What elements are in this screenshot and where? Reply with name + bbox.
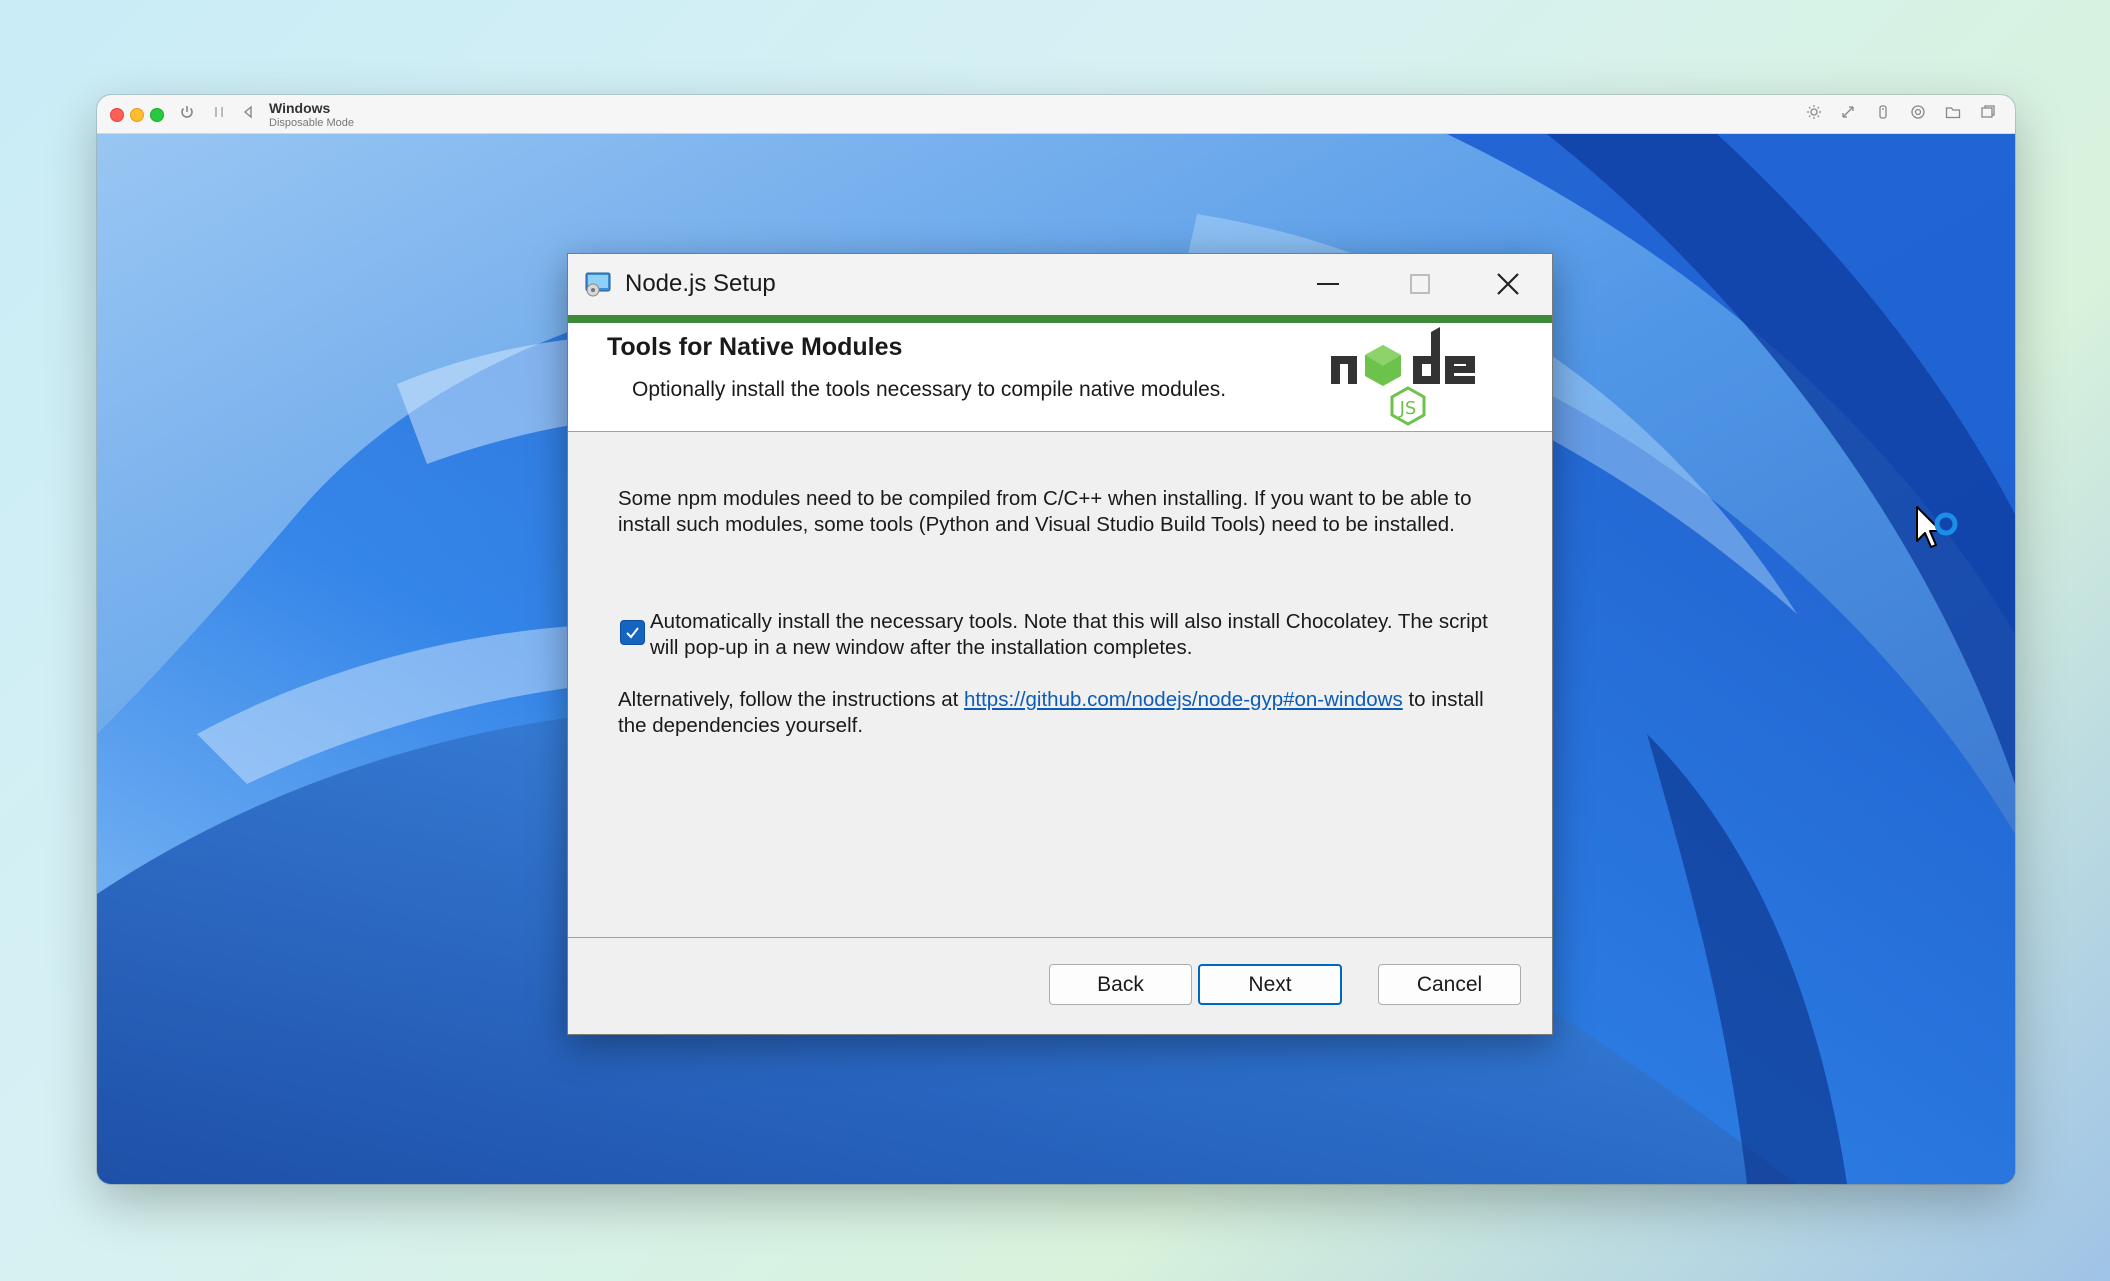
usb-icon[interactable] <box>1873 104 1893 124</box>
minimize-button[interactable] <box>1298 262 1358 306</box>
accent-bar <box>568 315 1552 323</box>
folder-icon[interactable] <box>1943 104 1963 124</box>
vm-titlebar: Windows Disposable Mode <box>97 95 2015 134</box>
maximize-icon <box>1410 274 1430 294</box>
nodejs-logo-icon: JS <box>1331 327 1475 426</box>
minimize-window-button[interactable] <box>130 108 144 122</box>
checkmark-icon <box>626 627 639 639</box>
alternative-paragraph: Alternatively, follow the instructions a… <box>618 687 1508 739</box>
dialog-title: Node.js Setup <box>625 270 776 297</box>
minimize-icon <box>1317 283 1339 285</box>
vm-name: Windows <box>269 100 331 116</box>
next-button[interactable]: Next <box>1198 964 1342 1005</box>
power-icon[interactable] <box>177 104 197 124</box>
pause-icon[interactable] <box>209 104 229 124</box>
page-subtitle: Optionally install the tools necessary t… <box>632 378 1227 401</box>
vm-mode: Disposable Mode <box>269 117 354 129</box>
close-icon <box>1497 273 1519 295</box>
resize-icon[interactable] <box>1838 104 1858 124</box>
alternative-prefix: Alternatively, follow the instructions a… <box>618 688 964 711</box>
close-window-button[interactable] <box>110 108 124 122</box>
auto-install-tools-checkbox[interactable] <box>620 620 645 645</box>
maximize-button <box>1390 262 1450 306</box>
vm-title: Windows Disposable Mode <box>269 101 354 131</box>
footer-divider <box>568 937 1552 938</box>
settings-icon[interactable] <box>1908 104 1928 124</box>
nodejs-setup-dialog: Node.js Setup Tools for Native Modules O… <box>567 253 1553 1035</box>
busy-cursor-icon <box>1916 506 1958 548</box>
dialog-header: Tools for Native Modules Optionally inst… <box>568 323 1552 432</box>
fullscreen-window-button[interactable] <box>150 108 164 122</box>
installer-app-icon <box>584 270 612 298</box>
cancel-button[interactable]: Cancel <box>1378 964 1521 1005</box>
page-title: Tools for Native Modules <box>607 333 903 361</box>
close-button[interactable] <box>1478 262 1538 306</box>
dialog-titlebar: Node.js Setup <box>568 254 1552 315</box>
auto-install-tools-label[interactable]: Automatically install the necessary tool… <box>650 609 1510 661</box>
intro-paragraph: Some npm modules need to be compiled fro… <box>618 487 1472 536</box>
window-icon[interactable] <box>1978 104 1998 124</box>
back-icon[interactable] <box>238 104 258 124</box>
brightness-icon[interactable] <box>1804 104 1824 124</box>
svg-text:JS: JS <box>1399 398 1417 419</box>
back-button[interactable]: Back <box>1049 964 1192 1005</box>
node-gyp-link[interactable]: https://github.com/nodejs/node-gyp#on-wi… <box>964 688 1403 711</box>
